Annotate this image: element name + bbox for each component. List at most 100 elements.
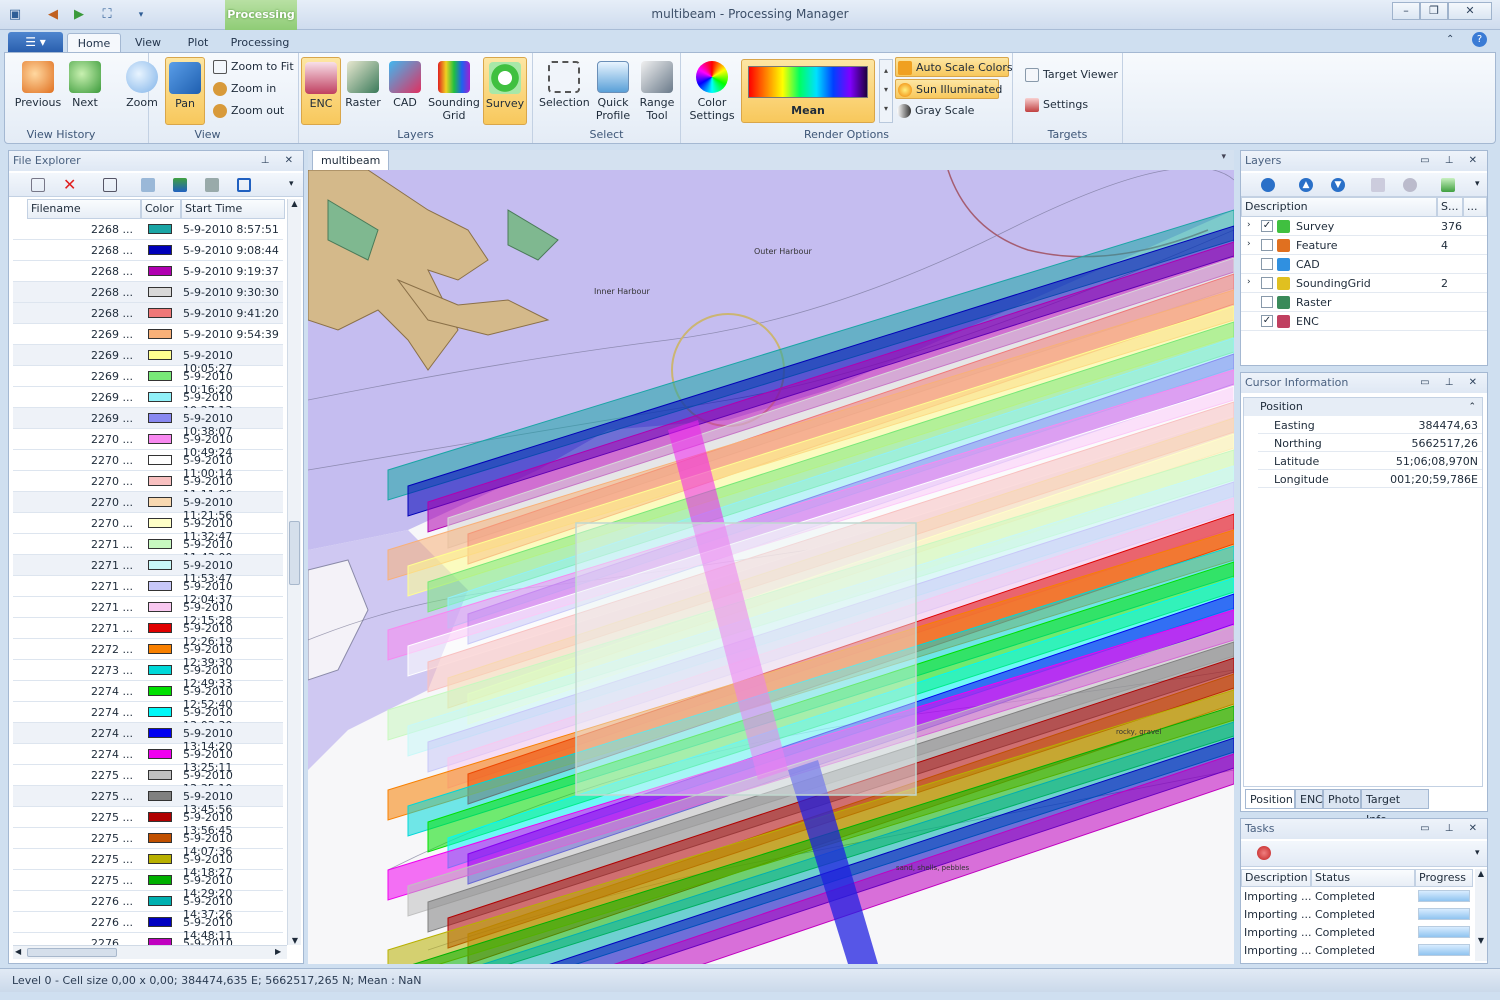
tab-view[interactable]: View (128, 33, 168, 52)
file-color-swatch[interactable] (148, 833, 172, 843)
zoom-out-button[interactable]: Zoom out (211, 101, 284, 121)
gray-scale-button[interactable]: Gray Scale (895, 101, 974, 121)
file-color-swatch[interactable] (148, 434, 172, 444)
file-row[interactable]: 2268 ... 5-9-2010 9:08:44 (13, 240, 283, 261)
expand-icon[interactable]: › (1247, 220, 1251, 230)
cursor-tab-target-info[interactable]: Target Info (1361, 789, 1429, 826)
delete-icon[interactable]: ✕ (63, 177, 77, 193)
file-row[interactable]: 2270 ... 5-9-2010 11:00:14 (13, 450, 283, 480)
file-list-vscroll[interactable]: ▲ ▼ (287, 199, 301, 945)
layer-edit-icon[interactable] (1371, 178, 1385, 192)
cursor-panel-buttons[interactable]: ▭ ⊥ ✕ (1420, 373, 1483, 393)
file-color-swatch[interactable] (148, 938, 172, 945)
file-row[interactable]: 2271 ...5-9-2010 11:43:00 (13, 534, 283, 564)
raster-button[interactable]: Raster (343, 57, 383, 125)
tasks-col-progress[interactable]: Progress (1415, 869, 1473, 887)
panel-pin-close-icons[interactable]: ⊥ ✕ (261, 151, 299, 171)
vscroll-thumb[interactable] (289, 521, 300, 585)
file-row[interactable]: 2276 ... 5-9-2010 14:48:11 (13, 912, 283, 942)
file-color-swatch[interactable] (148, 371, 172, 381)
file-row[interactable]: 2275 ... 5-9-2010 13:56:45 (13, 807, 283, 837)
refresh-icon[interactable] (1261, 178, 1275, 192)
layer-row[interactable]: › ✓ Survey 376 (1241, 217, 1487, 236)
map-canvas[interactable]: Outer Harbour Inner Harbour rocky, grave… (308, 170, 1234, 964)
file-row[interactable]: 2272 ... 5-9-2010 12:39:30 (13, 639, 283, 669)
move-down-icon[interactable]: ▼ (1331, 178, 1345, 192)
file-color-swatch[interactable] (148, 245, 172, 255)
layers-overflow-icon[interactable]: ▾ (1475, 179, 1480, 189)
file-row[interactable]: 2275 ... 5-9-2010 13:45:56 (13, 786, 283, 816)
scroll-right-icon[interactable]: ▶ (275, 947, 281, 956)
file-color-swatch[interactable] (148, 896, 172, 906)
move-up-icon[interactable]: ▲ (1299, 178, 1313, 192)
file-row[interactable]: 2271 ... 5-9-2010 12:15:28 (13, 597, 283, 627)
tab-processing[interactable]: Processing (226, 33, 294, 52)
tasks-col-status[interactable]: Status (1311, 869, 1415, 887)
file-color-swatch[interactable] (148, 770, 172, 780)
selection-button[interactable]: Selection (539, 57, 590, 125)
zoom-extent-icon[interactable] (103, 178, 117, 192)
task-row[interactable]: Importing ... Completed (1241, 923, 1473, 941)
selection-rectangle[interactable] (575, 522, 917, 796)
file-color-swatch[interactable] (148, 266, 172, 276)
file-row[interactable]: 2276 ... 5-9-2010 14:59:04 (13, 933, 283, 945)
layer-checkbox[interactable] (1261, 277, 1273, 289)
task-row[interactable]: Importing ... Completed (1241, 941, 1473, 959)
file-row[interactable]: 2273 ... 5-9-2010 12:49:33 (13, 660, 283, 690)
layer-row[interactable]: › Feature 4 (1241, 236, 1487, 255)
tasks-overflow-icon[interactable]: ▾ (1475, 848, 1480, 858)
sounding-grid-button[interactable]: Sounding Grid (427, 57, 481, 125)
pan-button[interactable]: Pan (165, 57, 205, 125)
toolbar-overflow-icon[interactable]: ▾ (289, 179, 294, 189)
cursor-tab-enc[interactable]: ENC (1295, 789, 1323, 809)
file-row[interactable]: 2275 ...5-9-2010 13:35:10 (13, 765, 283, 795)
color-scale-gallery[interactable]: Mean (741, 59, 875, 123)
file-row[interactable]: 2274 ... 5-9-2010 12:52:40 (13, 681, 283, 711)
collapse-icon[interactable]: ⌃ (1468, 398, 1476, 416)
zoom-button[interactable]: Zoom (119, 57, 165, 125)
file-color-swatch[interactable] (148, 455, 172, 465)
file-row[interactable]: 2274 ... 5-9-2010 13:14:20 (13, 723, 283, 753)
expand-icon[interactable]: › (1247, 277, 1251, 287)
close-button[interactable]: ✕ (1448, 2, 1492, 20)
hscroll-thumb[interactable] (27, 948, 117, 957)
file-row[interactable]: 2269 ...5-9-2010 10:27:13 (13, 387, 283, 417)
layers-panel-buttons[interactable]: ▭ ⊥ ✕ (1420, 151, 1483, 171)
file-color-swatch[interactable] (148, 749, 172, 759)
file-row[interactable]: 2275 ... 5-9-2010 14:29:20 (13, 870, 283, 900)
file-color-swatch[interactable] (148, 476, 172, 486)
file-color-swatch[interactable] (148, 539, 172, 549)
add-files-icon[interactable] (173, 178, 187, 192)
file-color-swatch[interactable] (148, 623, 172, 633)
file-color-swatch[interactable] (148, 707, 172, 717)
file-row[interactable]: 2274 ... 5-9-2010 13:25:11 (13, 744, 283, 774)
file-color-swatch[interactable] (148, 917, 172, 927)
expand-icon[interactable]: › (1247, 239, 1251, 249)
tasks-col-description[interactable]: Description (1241, 869, 1311, 887)
tab-home[interactable]: Home (67, 33, 121, 52)
file-color-swatch[interactable] (148, 560, 172, 570)
file-color-swatch[interactable] (148, 497, 172, 507)
minimize-button[interactable]: – (1392, 2, 1420, 20)
layer-row[interactable]: CAD (1241, 255, 1487, 274)
maximize-button[interactable]: ❐ (1420, 2, 1448, 20)
file-color-swatch[interactable] (148, 350, 172, 360)
auto-scale-colors-button[interactable]: Auto Scale Colors (895, 57, 1013, 77)
file-color-swatch[interactable] (148, 812, 172, 822)
file-color-swatch[interactable] (148, 665, 172, 675)
quick-profile-button[interactable]: Quick Profile (591, 57, 635, 125)
app-menu-button[interactable]: ☰ ▾ (8, 32, 63, 52)
scroll-left-icon[interactable]: ◀ (15, 947, 21, 956)
task-row[interactable]: Importing ... Completed (1241, 905, 1473, 923)
file-row[interactable]: 2269 ... 5-9-2010 9:54:39 (13, 324, 283, 345)
file-color-swatch[interactable] (148, 224, 172, 234)
help-icon[interactable]: ? (1472, 32, 1487, 47)
select-all-icon[interactable] (237, 178, 251, 192)
ribbon-collapse-icon[interactable]: ⌃ (1446, 34, 1454, 45)
previous-button[interactable]: Previous (11, 57, 65, 125)
file-color-swatch[interactable] (148, 581, 172, 591)
scroll-down-icon[interactable]: ▼ (288, 936, 302, 945)
cancel-task-icon[interactable] (1257, 846, 1271, 860)
map-view[interactable]: Outer Harbour Inner Harbour rocky, grave… (308, 170, 1234, 964)
layers-col-s[interactable]: S... (1437, 197, 1463, 217)
